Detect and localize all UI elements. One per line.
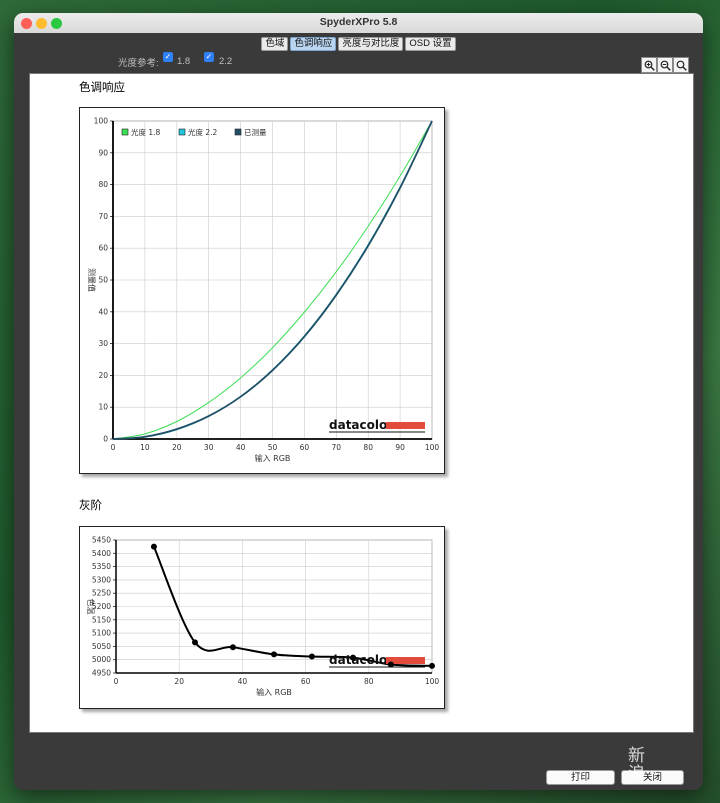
data-point xyxy=(387,661,394,668)
data-point xyxy=(308,653,315,660)
legend-label-2: 光度 2.2 xyxy=(188,127,218,137)
x-tick-label: 20 xyxy=(174,677,184,686)
legend-swatch-3 xyxy=(234,128,242,136)
y-tick-label: 4950 xyxy=(92,669,111,678)
data-point xyxy=(192,639,198,646)
gamma-1-8-checkbox[interactable]: ✓ xyxy=(163,52,173,62)
y-tick-label: 50 xyxy=(98,276,108,285)
y-axis-label: 色温 xyxy=(86,599,96,615)
x-tick-label: 90 xyxy=(395,443,405,452)
x-tick-label: 60 xyxy=(300,443,310,452)
y-tick-label: 0 xyxy=(103,435,108,444)
x-axis-label: 输入 RGB xyxy=(255,453,291,463)
y-tick-label: 30 xyxy=(98,339,108,348)
x-tick-label: 30 xyxy=(204,443,214,452)
toolbar: 光度参考: ✓ 1.8 ✓ 2.2 xyxy=(14,47,703,74)
y-tick-label: 20 xyxy=(98,371,108,380)
legend-label-1: 光度 1.8 xyxy=(131,127,161,137)
y-tick-label: 5400 xyxy=(92,549,111,558)
tone-response-chart: 0 10 20 30 40 50 60 70 80 90 100 0 10 20 30 40 50 60 70 80 9… xyxy=(79,107,445,474)
y-tick-label: 100 xyxy=(94,117,109,126)
x-tick-label: 40 xyxy=(238,677,248,686)
tab-bar: 色域 色调响应 亮度与对比度 OSD 设置 xyxy=(14,33,703,51)
x-tick-label: 0 xyxy=(114,677,119,686)
x-tick-label: 50 xyxy=(268,443,278,452)
y-tick-label: 90 xyxy=(98,148,108,157)
app-window: SpyderXPro 5.8 色域 色调响应 亮度与对比度 OSD 设置 光度参… xyxy=(14,13,703,790)
y-tick-label: 80 xyxy=(98,180,108,189)
legend-label-3: 已测量 xyxy=(244,128,267,137)
y-tick-label: 40 xyxy=(98,307,108,316)
x-tick-label: 40 xyxy=(236,443,246,452)
data-point xyxy=(429,662,435,669)
brand-logo-text: datacolor xyxy=(329,418,393,432)
window-title: SpyderXPro 5.8 xyxy=(319,16,398,28)
tone-response-svg: 0 10 20 30 40 50 60 70 80 90 100 0 10 20 30 40 50 60 70 80 9… xyxy=(87,117,440,464)
x-tick-label: 100 xyxy=(425,677,440,686)
y-tick-label: 5450 xyxy=(92,536,111,545)
print-button[interactable]: 打印 xyxy=(546,770,615,785)
data-point xyxy=(350,654,356,661)
data-point xyxy=(271,651,277,658)
x-tick-label: 80 xyxy=(363,443,373,452)
brand-logo-bar xyxy=(386,422,425,429)
tone-response-title: 色调响应 xyxy=(79,82,125,94)
zoom-reset-icon[interactable] xyxy=(673,57,689,73)
x-tick-label: 70 xyxy=(332,443,342,452)
x-tick-label: 20 xyxy=(172,443,182,452)
watermark: 新 浪 xyxy=(628,747,645,783)
data-point xyxy=(229,644,236,651)
y-tick-label: 60 xyxy=(98,244,108,253)
gamma-reference-label: 光度参考: xyxy=(118,58,159,69)
y-tick-label: 5000 xyxy=(92,655,111,664)
y-tick-label: 5150 xyxy=(92,615,111,624)
gamma-1-8-label: 1.8 xyxy=(177,56,191,67)
zoom-in-icon[interactable] xyxy=(641,57,657,73)
grayscale-title: 灰阶 xyxy=(79,500,102,512)
x-tick-label: 0 xyxy=(111,443,116,452)
y-tick-label: 5350 xyxy=(92,562,111,571)
data-point xyxy=(150,543,157,550)
x-axis-label: 输入 RGB xyxy=(256,687,292,697)
zoom-out-icon[interactable] xyxy=(657,57,673,73)
y-tick-label: 5300 xyxy=(92,575,111,584)
y-tick-label: 5250 xyxy=(92,589,111,598)
legend-swatch-2 xyxy=(178,128,186,136)
brand-logo-text: datacolor xyxy=(329,653,393,667)
gamma-2-2-checkbox[interactable]: ✓ xyxy=(204,52,214,62)
gamma-2-2-label: 2.2 xyxy=(219,56,233,67)
x-tick-label: 60 xyxy=(301,677,311,686)
y-tick-label: 5100 xyxy=(92,629,111,638)
grayscale-svg: 0 20 40 60 80 1004950500050505100515052005250… xyxy=(86,536,440,698)
y-axis-label: 测量值 xyxy=(87,268,97,292)
grayscale-chart: 0 20 40 60 80 100 4950 5000 5050 5100 5150 5200 5250… xyxy=(79,526,445,709)
y-tick-label: 5050 xyxy=(92,642,111,651)
x-tick-label: 10 xyxy=(140,443,150,452)
y-tick-label: 70 xyxy=(98,212,108,221)
report-panel: 色调响应 0 10 20 30 40 50 60 70 80 90 100 0 10 20 30 40 50 60… xyxy=(29,73,694,733)
x-tick-label: 100 xyxy=(425,443,440,452)
y-tick-label: 10 xyxy=(98,403,108,412)
bottom-bar: 打印 关闭 xyxy=(14,733,703,790)
watermark-line-2: 浪 xyxy=(628,764,645,784)
x-tick-label: 80 xyxy=(364,677,374,686)
title-bar: SpyderXPro 5.8 xyxy=(14,13,703,34)
watermark-line-1: 新 xyxy=(628,746,645,766)
legend-swatch-1 xyxy=(121,128,129,136)
